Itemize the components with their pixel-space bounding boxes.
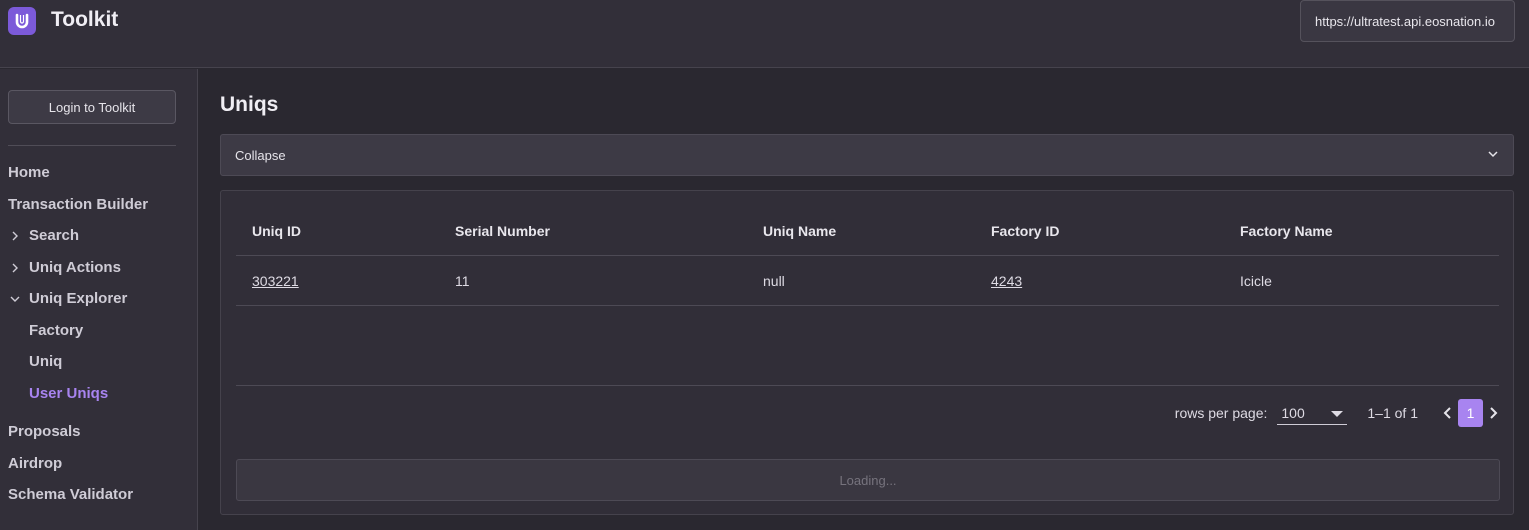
page-number-button[interactable]: 1 <box>1458 399 1483 427</box>
sidebar-item-label: Uniq Explorer <box>29 290 128 307</box>
sidebar-item-uniq[interactable]: Uniq <box>29 353 62 370</box>
sidebar-item-proposals[interactable]: Proposals <box>8 423 81 440</box>
top-header: Toolkit https://ultratest.api.eosnation.… <box>0 0 1529 68</box>
column-header-uniq-id[interactable]: Uniq ID <box>252 223 301 239</box>
uniq-name-cell: null <box>763 273 785 289</box>
previous-page-button[interactable] <box>1438 400 1458 426</box>
sidebar-divider <box>8 145 176 146</box>
rows-per-page-value: 100 <box>1281 404 1305 421</box>
factory-name-cell: Icicle <box>1240 273 1272 289</box>
loading-button[interactable]: Loading... <box>236 459 1500 501</box>
sidebar-item-label: Search <box>29 227 80 244</box>
caret-down-icon <box>1331 405 1344 421</box>
chevron-left-icon <box>1443 407 1451 419</box>
pagination: rows per page: 100 1–1 of 1 1 <box>1175 398 1503 428</box>
sidebar-item-user-uniqs[interactable]: User Uniqs <box>29 385 108 402</box>
rows-per-page-select[interactable]: 100 <box>1277 401 1348 425</box>
u-logo-icon <box>15 13 29 29</box>
sidebar-item-label: Transaction Builder <box>8 196 149 213</box>
app-logo[interactable] <box>8 7 36 35</box>
sidebar-item-label: User Uniqs <box>29 385 109 402</box>
uniqs-table-panel: Uniq ID Serial Number Uniq Name Factory … <box>220 190 1514 515</box>
login-button[interactable]: Login to Toolkit <box>8 90 176 124</box>
uniq-id-link[interactable]: 303221 <box>252 273 299 289</box>
sidebar-item-schema-validator[interactable]: Schema Validator <box>8 486 133 503</box>
sidebar: Login to Toolkit Home Transaction Builde… <box>0 69 198 530</box>
sidebar-item-uniq-actions[interactable]: Uniq Actions <box>8 259 121 276</box>
collapse-toggle[interactable]: Collapse <box>220 134 1514 176</box>
pagination-range: 1–1 of 1 <box>1367 405 1418 421</box>
factory-id-link[interactable]: 4243 <box>991 273 1022 289</box>
table-empty-area <box>236 306 1499 386</box>
next-page-button[interactable] <box>1483 400 1503 426</box>
sidebar-item-label: Uniq Actions <box>29 259 121 276</box>
sidebar-item-label: Home <box>8 164 50 181</box>
sidebar-item-factory[interactable]: Factory <box>29 322 83 339</box>
endpoint-selector[interactable]: https://ultratest.api.eosnation.io <box>1300 0 1515 42</box>
table-header: Uniq ID Serial Number Uniq Name Factory … <box>236 207 1499 256</box>
uniqs-table: Uniq ID Serial Number Uniq Name Factory … <box>236 207 1499 386</box>
serial-number-cell: 11 <box>455 273 470 289</box>
table-row: 303221 11 null 4243 Icicle <box>236 256 1499 306</box>
sidebar-item-label: Airdrop <box>8 455 63 472</box>
sidebar-item-label: Schema Validator <box>8 486 134 503</box>
sidebar-item-airdrop[interactable]: Airdrop <box>8 455 62 472</box>
rows-per-page-label: rows per page: <box>1174 405 1268 421</box>
column-header-serial-number[interactable]: Serial Number <box>455 223 550 239</box>
sidebar-item-label: Factory <box>29 322 84 339</box>
page-title: Uniqs <box>220 93 279 116</box>
sidebar-item-label: Uniq <box>29 353 63 370</box>
column-header-factory-name[interactable]: Factory Name <box>1240 223 1333 239</box>
chevron-down-icon <box>1487 148 1499 163</box>
sidebar-item-uniq-explorer[interactable]: Uniq Explorer <box>8 290 127 307</box>
column-header-uniq-name[interactable]: Uniq Name <box>763 223 836 239</box>
chevron-right-icon <box>1490 407 1498 419</box>
app-title: Toolkit <box>51 8 119 31</box>
chevron-right-icon <box>8 229 22 243</box>
sidebar-item-label: Proposals <box>8 423 81 440</box>
column-header-factory-id[interactable]: Factory ID <box>991 223 1059 239</box>
sidebar-item-search[interactable]: Search <box>8 227 79 244</box>
sidebar-item-transaction-builder[interactable]: Transaction Builder <box>8 196 148 213</box>
sidebar-item-home[interactable]: Home <box>8 164 50 181</box>
chevron-right-icon <box>8 261 22 275</box>
chevron-down-icon <box>8 292 22 306</box>
collapse-label: Collapse <box>235 147 286 163</box>
